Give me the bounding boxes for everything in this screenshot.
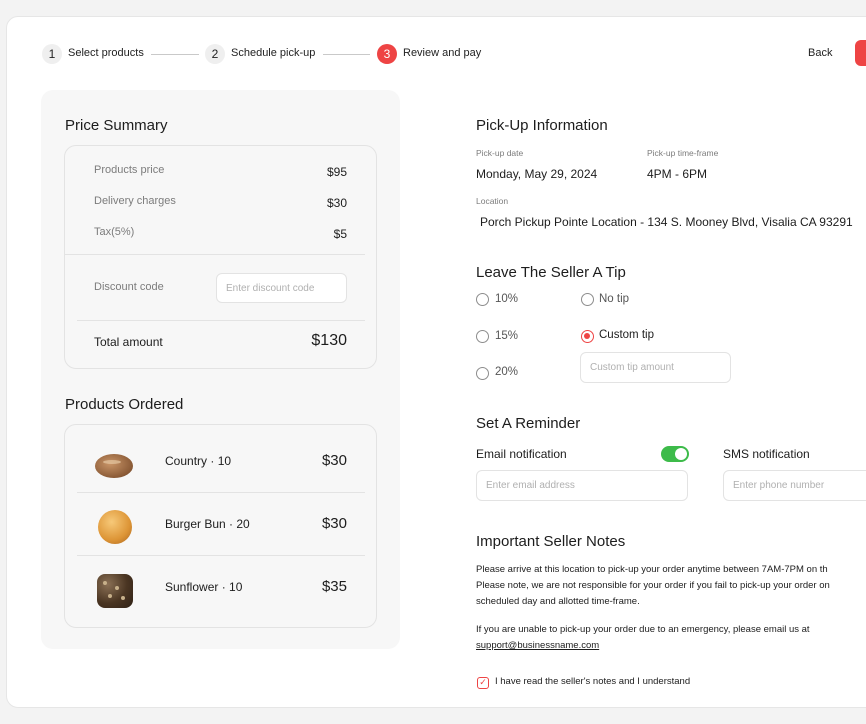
product-name-text: Country [165,454,208,468]
pickup-timeframe-label: Pick-up time-frame [647,148,719,158]
agree-checkbox[interactable]: ✓ [477,677,489,689]
note-line: If you are unable to pick-up your order … [476,624,810,635]
product-price: $30 [321,515,347,532]
total-amount-label: Total amount [94,335,163,349]
step-connector [323,54,370,55]
discount-code-label: Discount code [94,281,164,293]
location-value: Porch Pickup Pointe Location - 134 S. Mo… [480,215,853,229]
divider [64,254,365,255]
pickup-date-label: Pick-up date [476,148,524,158]
custom-tip-label[interactable]: Custom tip [599,329,654,341]
step-1-number[interactable]: 1 [42,44,62,64]
tax-value: $5 [333,227,347,241]
note-line: scheduled day and allotted time-frame. [476,596,640,607]
divider [77,320,365,321]
product-name: Country · 10 [165,454,232,468]
products-ordered-title: Products Ordered [65,396,184,413]
price-summary-title: Price Summary [65,117,168,134]
discount-code-input[interactable]: Enter discount code [216,273,347,303]
support-email-link[interactable]: support@businessname.com [476,638,599,654]
custom-tip-input[interactable]: Custom tip amount [580,352,731,383]
tip-10-radio[interactable] [476,293,489,306]
delivery-charges-label: Delivery charges [94,195,176,207]
tip-15-label[interactable]: 15% [495,330,518,342]
tip-15-radio[interactable] [476,330,489,343]
sunflower-bread-image [97,574,133,608]
step-1-label[interactable]: Select products [68,47,144,59]
pickup-timeframe-value: 4PM - 6PM [647,167,708,181]
product-qty: 20 [236,517,250,531]
back-button[interactable]: Back [808,47,832,59]
note-line: Please note, we are not responsible for … [476,580,830,591]
divider [77,555,365,556]
tip-20-label[interactable]: 20% [495,366,518,378]
custom-tip-radio[interactable] [581,330,594,343]
reminder-title: Set A Reminder [476,415,581,432]
pickup-info-title: Pick-Up Information [476,117,608,134]
seller-notes-title: Important Seller Notes [476,533,626,550]
tip-title: Leave The Seller A Tip [476,264,626,281]
product-price: $35 [321,578,347,595]
product-name-text: Sunflower [165,580,219,594]
step-3-number[interactable]: 3 [377,44,397,64]
product-name: Sunflower · 10 [165,580,243,594]
pay-button[interactable] [855,40,866,66]
sms-notification-label: SMS notification [723,447,810,461]
product-name: Burger Bun · 20 [165,517,250,531]
total-amount-value: $130 [311,332,347,349]
burger-bun-image [98,510,132,544]
product-price: $30 [321,452,347,469]
products-price-value: $95 [326,165,347,179]
step-2-number[interactable]: 2 [205,44,225,64]
divider [77,492,365,493]
step-2-label[interactable]: Schedule pick-up [231,47,315,59]
product-qty: 10 [217,454,232,468]
delivery-charges-value: $30 [326,196,347,210]
no-tip-label[interactable]: No tip [599,293,629,305]
step-3-label[interactable]: Review and pay [403,47,481,59]
tax-label: Tax(5%) [94,226,135,238]
phone-input[interactable]: Enter phone number [723,470,866,501]
products-price-label: Products price [94,164,165,176]
checkout-card: 1 Select products 2 Schedule pick-up 3 R… [6,16,866,708]
country-bread-image [95,451,133,479]
email-input[interactable]: Enter email address [476,470,688,501]
email-notification-label: Email notification [476,447,567,461]
step-connector [151,54,199,55]
tip-20-radio[interactable] [476,367,489,380]
pickup-date-value: Monday, May 29, 2024 [476,167,598,181]
product-name-text: Burger Bun [165,517,226,531]
location-label: Location [476,196,509,206]
product-qty: 10 [229,580,243,594]
note-line: Please arrive at this location to pick-u… [476,564,828,575]
no-tip-radio[interactable] [581,293,594,306]
tip-10-label[interactable]: 10% [495,293,518,305]
agree-label[interactable]: I have read the seller's notes and I und… [495,674,690,690]
email-notification-toggle[interactable] [661,446,689,462]
